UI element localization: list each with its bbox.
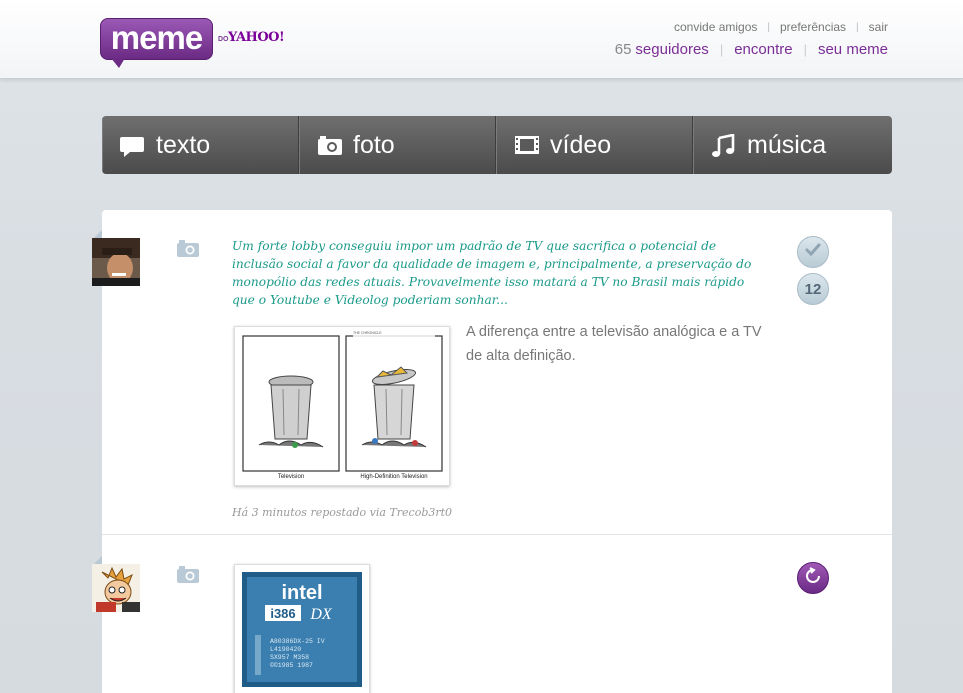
repost-count[interactable]: 12 (797, 273, 829, 305)
chip-line: ©©1985 1987 (270, 661, 313, 669)
post-item: intel i386 DX A80386DX-25 IV L4190420 SX… (92, 536, 892, 693)
header: meme DO YAHOO! convide amigos | preferên… (0, 0, 963, 79)
tab-label: vídeo (550, 131, 612, 159)
camera-icon (176, 565, 200, 584)
tab-musica[interactable]: música (693, 116, 892, 174)
chip-brand: intel (281, 582, 322, 604)
tab-video[interactable]: vídeo (496, 116, 693, 174)
invite-friends-link[interactable]: convide amigos (674, 20, 757, 34)
top-links: convide amigos | preferências | sair (674, 20, 888, 34)
film-icon (514, 134, 540, 156)
camera-icon (176, 239, 200, 258)
photo-caption: A diferença entre a televisão analógica … (466, 324, 762, 364)
preferences-link[interactable]: preferências (780, 20, 846, 34)
post-item: Um forte lobby conseguiu impor um padrão… (92, 210, 892, 535)
chip-model: i386 (270, 606, 295, 621)
tab-foto[interactable]: foto (299, 116, 496, 174)
avatar[interactable] (92, 564, 140, 612)
yahoo-logo: YAHOO! (228, 30, 285, 45)
logo-do-text: DO (218, 36, 229, 43)
repost-icon (804, 566, 822, 590)
find-link[interactable]: encontre (734, 41, 792, 58)
post-photo[interactable]: THE CHRONICLE Television High-Definition… (234, 326, 450, 486)
photo-label-right: High-Definition Television (360, 474, 427, 480)
svg-text:THE CHRONICLE: THE CHRONICLE (353, 331, 382, 335)
music-note-icon (711, 133, 737, 157)
camera-icon (317, 134, 343, 156)
repost-button[interactable] (797, 562, 829, 594)
tab-label: música (747, 131, 827, 159)
tab-texto[interactable]: texto (102, 116, 299, 174)
chip-suffix: DX (309, 606, 333, 623)
chip-line: A80386DX-25 IV (270, 638, 325, 645)
logo-text: meme (110, 19, 203, 56)
main-links: 65 seguidores | encontre | seu meme (614, 41, 888, 58)
your-meme-link[interactable]: seu meme (818, 41, 888, 58)
followers-count: 65 (614, 41, 632, 58)
chip-line: SX957 M358 (270, 654, 309, 661)
post-feed: Um forte lobby conseguiu impor um padrão… (92, 210, 892, 693)
post-quote: Um forte lobby conseguiu impor um padrão… (232, 239, 752, 307)
speech-bubble-icon (120, 134, 146, 157)
tab-label: texto (156, 131, 211, 159)
post-photo[interactable]: intel i386 DX A80386DX-25 IV L4190420 SX… (234, 564, 370, 693)
logout-link[interactable]: sair (869, 20, 888, 34)
meme-logo[interactable]: meme (100, 18, 213, 68)
post-type-nav: texto foto vídeo música (102, 116, 892, 174)
like-button[interactable] (797, 236, 829, 268)
followers-link[interactable]: seguidores (635, 41, 708, 58)
check-icon (805, 243, 821, 262)
tab-label: foto (353, 131, 395, 159)
avatar[interactable] (92, 238, 140, 286)
photo-label-left: Television (278, 474, 304, 480)
chip-line: L4190420 (270, 646, 301, 653)
post-meta: Há 3 minutos repostado via Trecob3rt0 (232, 506, 453, 519)
